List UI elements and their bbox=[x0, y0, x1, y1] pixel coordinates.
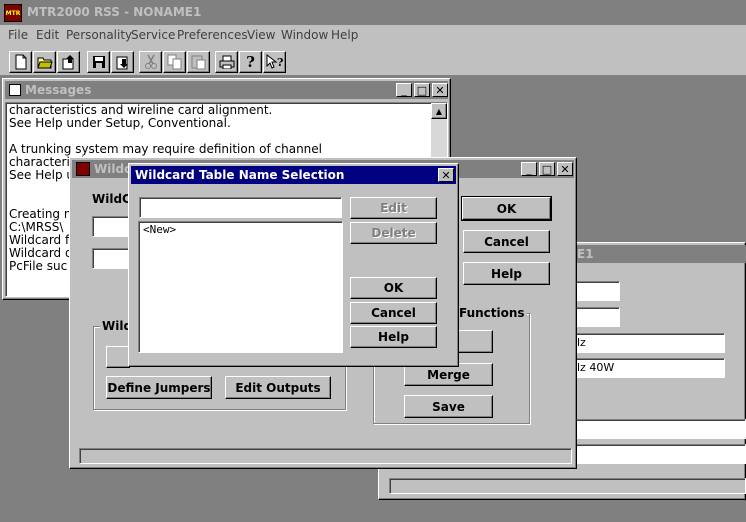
download-icon[interactable] bbox=[111, 51, 134, 73]
define-jumpers-button[interactable]: Define Jumpers bbox=[106, 376, 212, 399]
dialog-title: Wildcard Table Name Selection bbox=[135, 168, 345, 182]
delete-button[interactable]: Delete bbox=[350, 222, 437, 244]
close-icon[interactable]: ✕ bbox=[432, 83, 448, 97]
personality-field-3[interactable]: lz bbox=[560, 333, 725, 353]
table-name-input[interactable] bbox=[139, 197, 342, 218]
close-icon[interactable]: ✕ bbox=[557, 162, 573, 176]
menu-window[interactable]: Window bbox=[281, 28, 328, 42]
functions-group-label: Functions bbox=[457, 306, 527, 320]
menu-file[interactable]: File bbox=[8, 28, 28, 42]
wildcard-group-button-hidden[interactable] bbox=[106, 346, 130, 368]
open-folder-icon[interactable] bbox=[33, 51, 56, 73]
app-logo-icon: MTR bbox=[4, 4, 22, 22]
message-line: See Help under Setup, Conventional. bbox=[9, 116, 231, 130]
personality-field-6[interactable] bbox=[560, 444, 746, 464]
app-title: MTR2000 RSS - NONAME1 bbox=[27, 5, 202, 19]
wildcard-field-1[interactable] bbox=[92, 216, 132, 237]
personality-field-5[interactable] bbox=[560, 419, 746, 439]
personality-field-4-text: lz 40W bbox=[577, 361, 615, 374]
list-item[interactable]: <New> bbox=[143, 223, 338, 236]
messages-title-bar: Messages _ □ ✕ bbox=[5, 81, 448, 99]
personality-field-3-text: lz bbox=[577, 336, 586, 349]
minimize-icon[interactable]: _ bbox=[396, 83, 412, 97]
maximize-icon[interactable]: □ bbox=[539, 162, 555, 176]
menu-preferences[interactable]: Preferences bbox=[177, 28, 248, 42]
edit-outputs-button[interactable]: Edit Outputs bbox=[225, 376, 331, 399]
app-logo-text: MTR bbox=[5, 9, 21, 17]
paste-icon[interactable] bbox=[187, 51, 210, 73]
personality-field-2[interactable] bbox=[574, 307, 620, 327]
edit-button[interactable]: Edit bbox=[350, 197, 437, 219]
help-question-icon[interactable]: ? bbox=[239, 51, 262, 73]
wildcard-help-button[interactable]: Help bbox=[463, 262, 550, 285]
scroll-up-arrow-icon[interactable]: ▲ bbox=[431, 103, 447, 119]
svg-text:?: ? bbox=[277, 56, 283, 69]
dialog-close-icon[interactable]: ✕ bbox=[438, 168, 454, 182]
upload-icon[interactable] bbox=[57, 51, 80, 73]
messages-window-icon bbox=[9, 84, 21, 96]
wildcard-ok-button[interactable]: OK bbox=[461, 196, 552, 221]
dialog-help-button[interactable]: Help bbox=[350, 326, 437, 348]
menu-help[interactable]: Help bbox=[331, 28, 358, 42]
wildcard-window-icon bbox=[76, 162, 90, 176]
menu-edit[interactable]: Edit bbox=[36, 28, 59, 42]
maximize-icon[interactable]: □ bbox=[414, 83, 430, 97]
menu-service[interactable]: Service bbox=[131, 28, 175, 42]
menu-view[interactable]: View bbox=[247, 28, 275, 42]
dialog-ok-button[interactable]: OK bbox=[350, 277, 437, 299]
minimize-icon[interactable]: _ bbox=[521, 162, 537, 176]
personality-field-1[interactable] bbox=[574, 281, 620, 301]
wildcard-cancel-button[interactable]: Cancel bbox=[463, 230, 550, 253]
cut-icon[interactable] bbox=[139, 51, 162, 73]
context-help-icon[interactable]: ? bbox=[263, 51, 286, 73]
menu-personality[interactable]: Personality bbox=[66, 28, 132, 42]
copy-icon[interactable] bbox=[163, 51, 186, 73]
table-name-list[interactable]: <New> bbox=[138, 221, 343, 353]
wildcard-status-bar bbox=[79, 448, 572, 464]
messages-title: Messages bbox=[25, 83, 92, 97]
save-disk-icon[interactable] bbox=[87, 51, 110, 73]
personality-field-4[interactable]: lz 40W bbox=[560, 358, 725, 378]
save-button[interactable]: Save bbox=[404, 395, 493, 418]
wildcard-title: Wildc bbox=[94, 162, 132, 176]
wildcard-label: WildC bbox=[92, 192, 131, 206]
new-file-icon[interactable] bbox=[9, 51, 32, 73]
wildcard-field-2[interactable] bbox=[92, 248, 132, 269]
personality-title-fragment: E1 bbox=[577, 247, 594, 261]
print-icon[interactable] bbox=[215, 51, 238, 73]
dialog-cancel-button[interactable]: Cancel bbox=[350, 302, 437, 324]
dialog-title-bar: Wildcard Table Name Selection ✕ bbox=[131, 166, 456, 184]
personality-status-bar bbox=[389, 478, 746, 494]
